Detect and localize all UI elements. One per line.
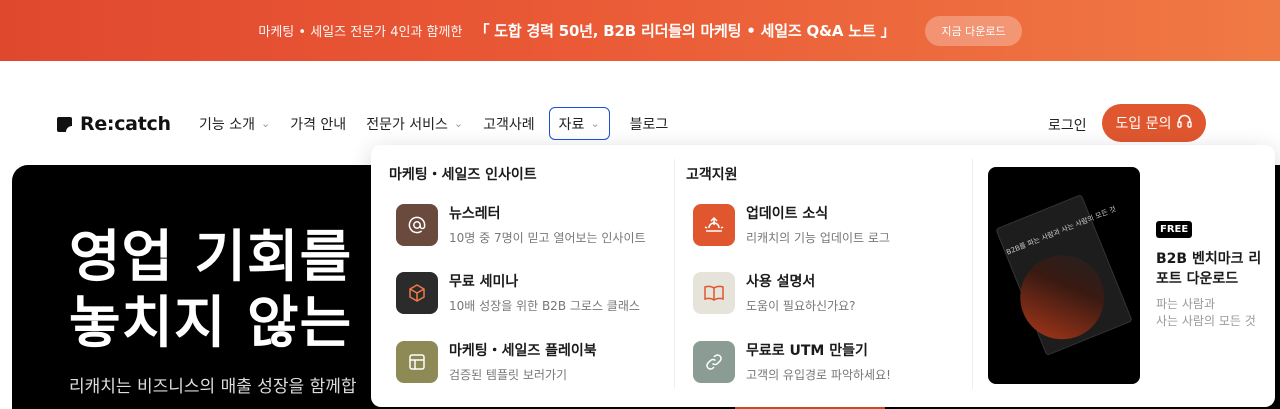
nav-label: 블로그: [629, 116, 669, 133]
hero-subtitle: 리캐치는 비즈니스의 매출 성장을 함께합: [69, 377, 357, 397]
nav-item-cases[interactable]: 고객사례: [483, 107, 535, 140]
hero-title: 영업 기회를 놓치지 않는 C: [69, 225, 415, 357]
resources-dropdown: 마케팅・세일즈 인사이트 뉴스레터 10명 중 7명이 믿고 열어보는 인사이트 …: [371, 145, 1275, 407]
menu-item-manual[interactable]: 사용 설명서도움이 필요하신가요?: [693, 271, 856, 314]
menu-item-updates[interactable]: 업데이트 소식리캐치의 기능 업데이트 로그: [693, 203, 890, 246]
book-icon: [693, 271, 735, 314]
report-subtitle-line2: 사는 사람의 모든 것: [1156, 314, 1256, 328]
promo-banner[interactable]: 마케팅 • 세일즈 전문가 4인과 함께한 「 도합 경력 50년, B2B 리…: [0, 0, 1280, 61]
chevron-down-icon: ⌄: [453, 117, 464, 130]
column-title: 고객지원: [686, 167, 738, 183]
menu-item-utm[interactable]: 무료로 UTM 만들기고객의 유입경로 파악하세요!: [693, 340, 891, 383]
box-icon: [396, 271, 438, 314]
banner-main-text: 「 도합 경력 50년, B2B 리더들의 마케팅 • 세일즈 Q&A 노트 」: [474, 22, 896, 40]
item-title: 무료 세미나: [449, 274, 519, 290]
nav-label: 전문가 서비스: [366, 116, 448, 133]
report-title[interactable]: B2B 벤치마크 리포트 다운로드: [1156, 249, 1266, 289]
at-icon: [396, 203, 438, 246]
contact-button[interactable]: 도입 문의: [1102, 104, 1206, 142]
chevron-down-icon: ⌄: [260, 117, 271, 130]
nav-item-pricing[interactable]: 가격 안내: [290, 107, 346, 140]
logo[interactable]: Re:catch: [57, 113, 171, 135]
nav-label: 가격 안내: [290, 116, 347, 133]
nav-label: 기능 소개: [199, 116, 255, 133]
login-link[interactable]: 로그인: [1048, 115, 1087, 135]
logo-mark-icon: [57, 116, 72, 132]
chevron-down-icon: ⌄: [590, 117, 600, 130]
logo-text: Re:catch: [80, 113, 171, 135]
nav-label: 고객사례: [483, 116, 535, 133]
banner-download-button[interactable]: 지금 다운로드: [925, 15, 1022, 46]
nav-item-features[interactable]: 기능 소개 ⌄: [199, 107, 270, 140]
item-subtitle: 리캐치의 기능 업데이트 로그: [746, 231, 890, 245]
report-cover-image[interactable]: B2B를 파는 사람과 사는 사람의 모든 것: [988, 167, 1140, 384]
item-title: 마케팅・세일즈 플레이북: [449, 343, 597, 359]
sunrise-icon: [693, 203, 735, 246]
nav-item-expert-service[interactable]: 전문가 서비스 ⌄: [366, 107, 463, 140]
item-subtitle: 10명 중 7명이 믿고 열어보는 인사이트: [449, 231, 646, 245]
contact-button-label: 도입 문의: [1115, 116, 1172, 132]
report-subtitle-line1: 파는 사람과: [1156, 297, 1216, 311]
item-subtitle: 10배 성장을 위한 B2B 그로스 클래스: [449, 299, 640, 313]
link-icon: [693, 340, 735, 383]
report-subtitle: 파는 사람과사는 사람의 모든 것: [1156, 296, 1256, 330]
layout-icon: [396, 340, 438, 383]
item-subtitle: 도움이 필요하신가요?: [746, 299, 856, 313]
banner-pre-text: 마케팅 • 세일즈 전문가 4인과 함께한: [258, 25, 463, 40]
item-title: 뉴스레터: [449, 206, 501, 222]
item-title: 무료로 UTM 만들기: [746, 343, 868, 359]
nav-label: 자료: [558, 116, 585, 133]
nav-item-resources[interactable]: 자료 ⌄: [548, 107, 610, 140]
divider: [972, 159, 973, 389]
item-title: 사용 설명서: [746, 274, 816, 290]
item-subtitle: 검증된 템플릿 보러가기: [449, 368, 568, 382]
hero-title-line1: 영업 기회를: [69, 225, 353, 290]
item-title: 업데이트 소식: [746, 206, 829, 222]
main-menu: 기능 소개 ⌄ 가격 안내 전문가 서비스 ⌄ 고객사례 자료 ⌄ 블로그: [199, 107, 688, 140]
menu-item-seminar[interactable]: 무료 세미나 10배 성장을 위한 B2B 그로스 클래스: [396, 271, 640, 314]
free-badge: FREE: [1156, 221, 1193, 238]
headphones-icon: [1177, 114, 1193, 132]
hero-title-line2: 놓치지 않는 C: [69, 291, 415, 356]
item-subtitle: 고객의 유입경로 파악하세요!: [746, 368, 891, 382]
column-title: 마케팅・세일즈 인사이트: [389, 167, 537, 183]
divider: [674, 159, 675, 389]
menu-item-newsletter[interactable]: 뉴스레터 10명 중 7명이 믿고 열어보는 인사이트: [396, 203, 646, 246]
nav-item-blog[interactable]: 블로그: [630, 107, 669, 140]
menu-item-playbook[interactable]: 마케팅・세일즈 플레이북검증된 템플릿 보러가기: [396, 340, 597, 383]
